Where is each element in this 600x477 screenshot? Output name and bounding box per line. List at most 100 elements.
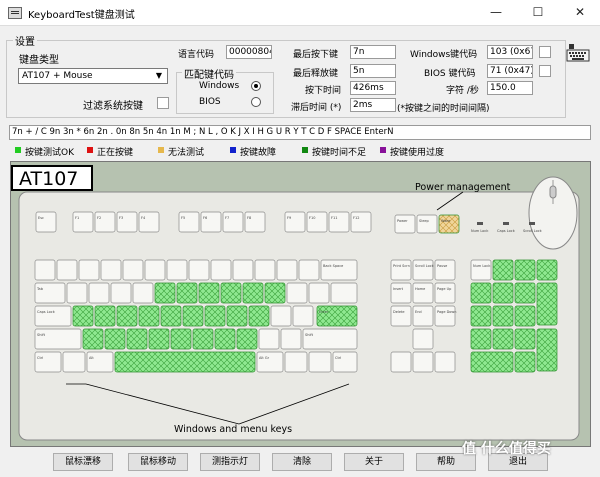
- legend-fault-label: 按键故障: [240, 148, 277, 158]
- key-nav-mid: [412, 305, 434, 327]
- key-label: Shift: [37, 333, 46, 337]
- key-label: F5: [181, 216, 185, 220]
- about-button[interactable]: 关于: [344, 453, 404, 471]
- chars-per-sec-field: 150.0: [487, 81, 533, 95]
- legend-overuse-swatch: [380, 147, 386, 153]
- key-space: [114, 351, 256, 373]
- key-numpad: [514, 305, 536, 327]
- key-label: F10: [309, 216, 315, 220]
- key-label: Alt: [89, 356, 94, 360]
- key-row-z: [104, 328, 126, 350]
- indicator-led: [503, 222, 509, 225]
- key-numpad: [514, 328, 536, 350]
- key-numpad: [470, 305, 492, 327]
- close-button[interactable]: ✕: [566, 1, 594, 23]
- key-row-q: [242, 282, 264, 304]
- key-nav-mid: [390, 305, 412, 327]
- radio-windows[interactable]: [251, 81, 261, 91]
- key-row-q: [264, 282, 286, 304]
- key-row-a: [116, 305, 138, 327]
- settings-group-label: 设置: [13, 33, 37, 48]
- key-number-row: [232, 259, 254, 281]
- key-label: F7: [225, 216, 229, 220]
- last-release-label: 最后释放键: [293, 69, 339, 79]
- windows-code-checkbox[interactable]: [539, 46, 551, 58]
- window-title: KeyboardTest键盘测试: [28, 10, 135, 21]
- test-leds-button[interactable]: 测指示灯: [200, 453, 260, 471]
- key-f11: [328, 211, 350, 233]
- windows-code-field: 103 (0x67): [487, 45, 533, 59]
- key-win-right: [284, 351, 308, 373]
- key-number-row: [298, 259, 320, 281]
- press-time-field: 426ms: [350, 81, 396, 95]
- key-row-q: [88, 282, 110, 304]
- mouse-drift-button[interactable]: 鼠标漂移: [53, 453, 113, 471]
- key-label: Tab: [36, 287, 44, 291]
- clear-button[interactable]: 清除: [272, 453, 332, 471]
- key-esc: [35, 211, 57, 233]
- key-arrow-up: [412, 328, 434, 350]
- key-row-a: [160, 305, 182, 327]
- mouse-move-button[interactable]: 鼠标移动: [128, 453, 188, 471]
- key-row-z: [192, 328, 214, 350]
- lang-code-field: 00000804: [226, 45, 272, 59]
- key-label: Alt Gr: [259, 356, 270, 360]
- indicator-label: Caps Lock: [497, 229, 516, 233]
- key-row-a: [226, 305, 248, 327]
- legend-short-press-label: 按键时间不足: [312, 148, 367, 158]
- key-row-q: [308, 282, 330, 304]
- radio-windows-label: Windows: [199, 81, 240, 91]
- key-row-a: [72, 305, 94, 327]
- maximize-button[interactable]: ☐: [524, 1, 552, 23]
- key-number-row: [276, 259, 298, 281]
- legend-ok-swatch: [15, 147, 21, 153]
- keyboard-type-select[interactable]: AT107 + Mouse ▼: [18, 68, 168, 84]
- key-row-q: [198, 282, 220, 304]
- power-management-label: Power management: [415, 182, 511, 193]
- key-nav-mid: [434, 282, 456, 304]
- key-numlock: [470, 259, 492, 281]
- filter-system-keys-checkbox[interactable]: [157, 97, 169, 109]
- key-f3: [116, 211, 138, 233]
- key-label: Print Scrn: [393, 264, 410, 268]
- key-arrow: [434, 351, 456, 373]
- keyboard-icon: [566, 44, 590, 62]
- keyboard-svg: AT107 Power management Esc F1 F2 F3 F4 F5 F6 F7…: [11, 165, 580, 441]
- key-label: F11: [331, 216, 337, 220]
- key-label: Ctrl: [37, 356, 43, 360]
- key-label: F12: [353, 216, 359, 220]
- key-label: Sleep: [419, 219, 430, 223]
- legend-fault-swatch: [230, 147, 236, 153]
- legend-ok-label: 按键测试OK: [25, 148, 74, 158]
- watermark: 值 什么值得买: [462, 441, 551, 457]
- key-nav-top: [412, 259, 434, 281]
- bios-code-checkbox[interactable]: [539, 65, 551, 77]
- model-label: AT107: [19, 168, 78, 190]
- key-number-row: [100, 259, 122, 281]
- key-label: Insert: [393, 287, 404, 291]
- indicator-label: Num Lock: [471, 229, 489, 233]
- legend-pressing-swatch: [87, 147, 93, 153]
- lag-time-label: 滞后时间 (*): [291, 103, 342, 113]
- key-numpad: [536, 259, 558, 281]
- key-f12: [350, 211, 372, 233]
- key-f10: [306, 211, 328, 233]
- key-label: Caps Lock: [37, 310, 56, 314]
- filter-system-keys-label: 过滤系统按键: [83, 101, 143, 112]
- key-label: F6: [203, 216, 207, 220]
- key-label: F9: [287, 216, 291, 220]
- app-keyboard-icon: [8, 7, 22, 19]
- key-numpad: [492, 282, 514, 304]
- indicator-led: [529, 222, 535, 225]
- radio-bios[interactable]: [251, 97, 261, 107]
- minimize-button[interactable]: —: [482, 1, 510, 23]
- key-backspace: [320, 259, 358, 281]
- key-numpad: [492, 305, 514, 327]
- key-number-row: [166, 259, 188, 281]
- key-f9: [284, 211, 306, 233]
- key-win-left: [62, 351, 86, 373]
- key-label: Num Lock: [473, 264, 491, 268]
- lag-time-field: 2ms: [350, 98, 396, 112]
- keyboard-diagram[interactable]: AT107 Power management Esc F1 F2 F3 F4 F5 F6 F7…: [10, 161, 591, 447]
- key-numpad: [514, 259, 536, 281]
